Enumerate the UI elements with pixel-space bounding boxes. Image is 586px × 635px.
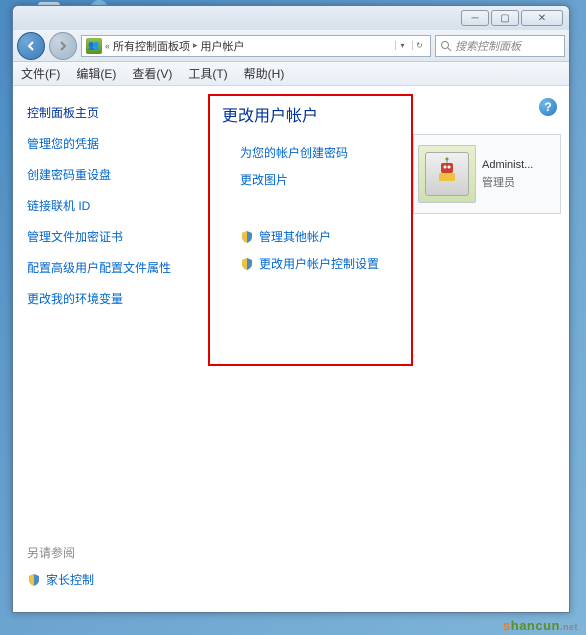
- control-panel-window: ─ ▢ ✕ 👥 « 所有控制面板项 ▸ 用户帐户 ▾ ↻ 搜索控制面板 文件(F…: [12, 5, 570, 613]
- refresh-button[interactable]: ↻: [412, 41, 426, 50]
- main-area: ? 更改用户帐户 为您的帐户创建密码 更改图片 管理其他帐户 更改用户帐户控制设…: [208, 86, 569, 612]
- search-input[interactable]: 搜索控制面板: [435, 35, 565, 57]
- shield-icon: [240, 257, 254, 271]
- user-accounts-icon: 👥: [86, 38, 102, 54]
- sidebar-title[interactable]: 控制面板主页: [27, 104, 194, 121]
- breadcrumb-user-accounts[interactable]: 用户帐户: [201, 38, 245, 54]
- help-icon[interactable]: ?: [539, 98, 557, 116]
- menu-tools[interactable]: 工具(T): [188, 65, 227, 82]
- menu-edit[interactable]: 编辑(E): [76, 65, 116, 82]
- minimize-button[interactable]: ─: [461, 10, 489, 26]
- menu-file[interactable]: 文件(F): [21, 65, 60, 82]
- sidebar-link-password-reset[interactable]: 创建密码重设盘: [27, 166, 194, 183]
- see-also-section: 另请参阅 家长控制: [27, 544, 94, 588]
- close-button[interactable]: ✕: [521, 10, 563, 26]
- sidebar-link-profile[interactable]: 配置高级用户配置文件属性: [27, 259, 194, 276]
- sidebar-link-encryption[interactable]: 管理文件加密证书: [27, 228, 194, 245]
- robot-icon: [435, 157, 459, 185]
- menu-help[interactable]: 帮助(H): [244, 65, 285, 82]
- breadcrumb-all-items[interactable]: 所有控制面板项: [113, 38, 190, 54]
- breadcrumb-dropdown[interactable]: ▾: [395, 41, 409, 50]
- breadcrumb[interactable]: 👥 « 所有控制面板项 ▸ 用户帐户 ▾ ↻: [81, 35, 431, 57]
- maximize-button[interactable]: ▢: [491, 10, 519, 26]
- forward-arrow-icon: [57, 40, 69, 52]
- shield-icon: [27, 573, 41, 587]
- forward-button[interactable]: [49, 32, 77, 60]
- titlebar: ─ ▢ ✕: [13, 6, 569, 30]
- search-placeholder: 搜索控制面板: [455, 38, 521, 54]
- link-uac-settings[interactable]: 更改用户帐户控制设置: [240, 255, 559, 272]
- watermark: shancun.net: [503, 618, 578, 633]
- user-role: 管理员: [482, 174, 533, 190]
- see-also-parental[interactable]: 家长控制: [27, 571, 94, 588]
- user-info: Administ... 管理员: [482, 159, 533, 190]
- shield-icon: [240, 230, 254, 244]
- sidebar-link-env-vars[interactable]: 更改我的环境变量: [27, 290, 194, 307]
- avatar-image: [425, 152, 469, 196]
- menu-view[interactable]: 查看(V): [132, 65, 172, 82]
- navigation-bar: 👥 « 所有控制面板项 ▸ 用户帐户 ▾ ↻ 搜索控制面板: [13, 30, 569, 62]
- breadcrumb-arrow: ▸: [193, 40, 198, 51]
- see-also-title: 另请参阅: [27, 544, 94, 561]
- back-button[interactable]: [17, 32, 45, 60]
- user-card: Administ... 管理员: [413, 134, 561, 214]
- sidebar: 控制面板主页 管理您的凭据 创建密码重设盘 链接联机 ID 管理文件加密证书 配…: [13, 86, 208, 612]
- menu-bar: 文件(F) 编辑(E) 查看(V) 工具(T) 帮助(H): [13, 62, 569, 86]
- sidebar-link-online-id[interactable]: 链接联机 ID: [27, 197, 194, 214]
- see-also-link-label: 家长控制: [46, 571, 94, 588]
- breadcrumb-sep: «: [105, 41, 110, 51]
- sidebar-link-credentials[interactable]: 管理您的凭据: [27, 135, 194, 152]
- content-area: 控制面板主页 管理您的凭据 创建密码重设盘 链接联机 ID 管理文件加密证书 配…: [13, 86, 569, 612]
- user-name: Administ...: [482, 159, 533, 171]
- avatar[interactable]: [418, 145, 476, 203]
- link-manage-accounts[interactable]: 管理其他帐户: [240, 228, 559, 245]
- page-title: 更改用户帐户: [222, 102, 559, 126]
- back-arrow-icon: [25, 40, 37, 52]
- search-icon: [440, 40, 452, 52]
